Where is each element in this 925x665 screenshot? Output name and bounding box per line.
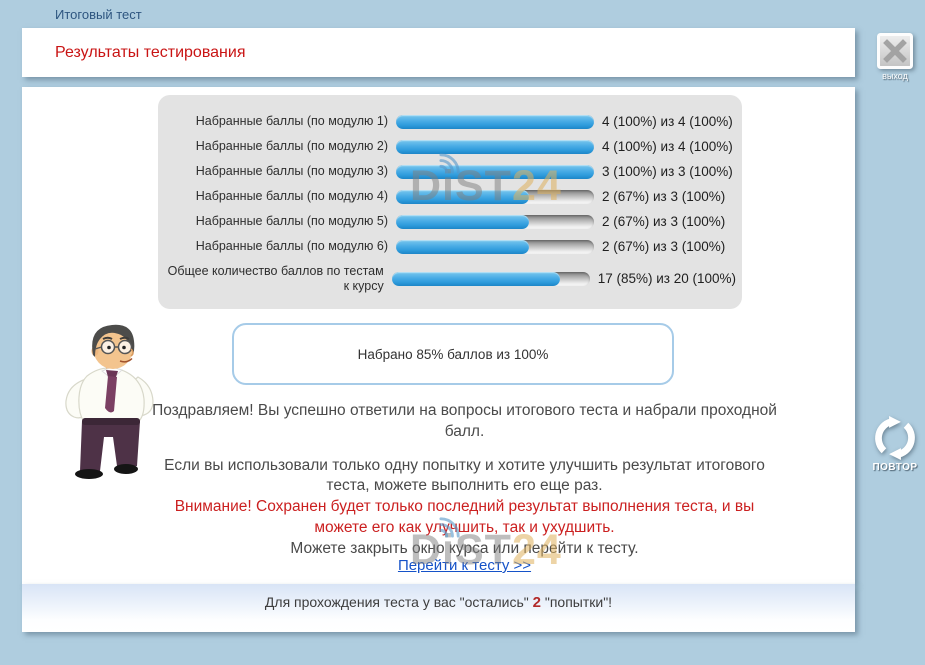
result-label: Набранные баллы (по модулю 5) xyxy=(164,214,388,229)
progress-bar-fill xyxy=(392,272,560,286)
result-label: Набранные баллы (по модулю 4) xyxy=(164,189,388,204)
page-title: Результаты тестирования xyxy=(55,44,245,62)
progress-bar-fill xyxy=(396,165,594,179)
result-row: Набранные баллы (по модулю 1) 4 (100%) и… xyxy=(164,114,736,129)
result-value: 17 (85%) из 20 (100%) xyxy=(598,271,736,286)
progress-bar xyxy=(396,165,594,179)
link-row: Перейти к тесту >> xyxy=(147,557,782,575)
retry-info-text: Если вы использовали только одну попытку… xyxy=(147,456,782,498)
result-value: 4 (100%) из 4 (100%) xyxy=(602,114,733,129)
result-label: Общее количество баллов по тестам к курс… xyxy=(164,264,384,294)
progress-bar xyxy=(396,140,594,154)
attempts-text-prefix: Для прохождения теста у вас "остались" xyxy=(265,594,533,610)
result-value: 2 (67%) из 3 (100%) xyxy=(602,214,725,229)
header-panel: Результаты тестирования xyxy=(22,28,855,77)
congrats-text: Поздравляем! Вы успешно ответили на вопр… xyxy=(147,401,782,443)
result-label: Набранные баллы (по модулю 6) xyxy=(164,239,388,254)
progress-bar-fill xyxy=(396,140,594,154)
close-icon xyxy=(877,33,913,69)
results-panel: Набранные баллы (по модулю 1) 4 (100%) и… xyxy=(158,95,742,309)
progress-bar-fill xyxy=(396,215,529,229)
attempts-text-suffix: "попытки"! xyxy=(541,594,612,610)
result-label: Набранные баллы (по модулю 3) xyxy=(164,164,388,179)
result-value: 2 (67%) из 3 (100%) xyxy=(602,189,725,204)
result-row: Набранные баллы (по модулю 4) 2 (67%) из… xyxy=(164,189,736,204)
progress-bar xyxy=(396,115,594,129)
progress-bar-fill xyxy=(396,240,529,254)
refresh-icon xyxy=(873,416,917,460)
result-messages: Поздравляем! Вы успешно ответили на вопр… xyxy=(147,401,782,559)
result-row: Набранные баллы (по модулю 5) 2 (67%) из… xyxy=(164,214,736,229)
go-to-test-link[interactable]: Перейти к тесту >> xyxy=(398,557,531,574)
progress-bar xyxy=(396,240,594,254)
content-panel: Набранные баллы (по модулю 1) 4 (100%) и… xyxy=(22,87,855,584)
warning-text: Внимание! Сохранен будет только последни… xyxy=(147,497,782,539)
result-value: 3 (100%) из 3 (100%) xyxy=(602,164,733,179)
attempts-bar: Для прохождения теста у вас "остались" 2… xyxy=(22,584,855,632)
result-value: 4 (100%) из 4 (100%) xyxy=(602,139,733,154)
result-label: Набранные баллы (по модулю 1) xyxy=(164,114,388,129)
progress-bar-fill xyxy=(396,190,529,204)
repeat-button-label: ПОВТОР xyxy=(861,462,925,473)
result-label: Набранные баллы (по модулю 2) xyxy=(164,139,388,154)
result-value: 2 (67%) из 3 (100%) xyxy=(602,239,725,254)
progress-bar xyxy=(392,272,590,286)
result-row: Набранные баллы (по модулю 6) 2 (67%) из… xyxy=(164,239,736,254)
exit-button-label: выход xyxy=(863,71,925,81)
result-row: Набранные баллы (по модулю 3) 3 (100%) и… xyxy=(164,164,736,179)
progress-bar xyxy=(396,215,594,229)
exit-button[interactable]: выход xyxy=(863,33,925,81)
attempts-count: 2 xyxy=(533,594,541,611)
progress-bar-fill xyxy=(396,115,594,129)
result-row-total: Общее количество баллов по тестам к курс… xyxy=(164,264,736,294)
result-row: Набранные баллы (по модулю 2) 4 (100%) и… xyxy=(164,139,736,154)
score-summary-box: Набрано 85% баллов из 100% xyxy=(232,323,674,385)
score-summary-text: Набрано 85% баллов из 100% xyxy=(358,347,549,362)
window-title: Итоговый тест xyxy=(55,7,142,22)
progress-bar xyxy=(396,190,594,204)
repeat-button[interactable]: ПОВТОР xyxy=(861,416,925,473)
